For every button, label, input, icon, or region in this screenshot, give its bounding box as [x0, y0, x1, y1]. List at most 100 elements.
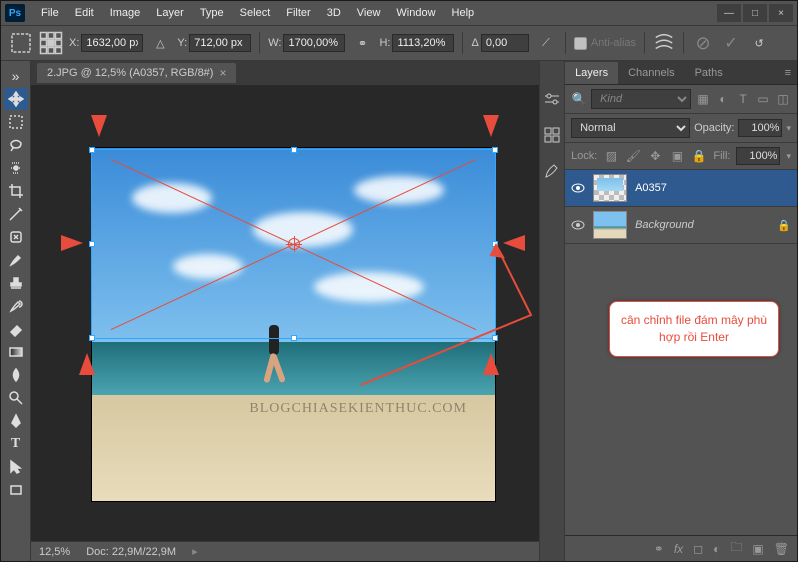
tab-paths[interactable]: Paths	[685, 62, 733, 84]
layer-style-icon[interactable]: fx	[674, 542, 683, 556]
window-maximize-button[interactable]: □	[743, 4, 767, 22]
gradient-tool[interactable]	[4, 341, 28, 363]
layer-filter-select[interactable]: Kind	[591, 89, 691, 109]
marquee-tool[interactable]	[4, 111, 28, 133]
reset-transform-button[interactable]: ↺	[748, 32, 770, 54]
rectangle-tool[interactable]	[4, 479, 28, 501]
document-area: 2.JPG @ 12,5% (A0357, RGB/8#) × BLOGCHIA…	[31, 61, 539, 561]
healing-brush-tool[interactable]	[4, 226, 28, 248]
menu-file[interactable]: File	[33, 3, 67, 23]
layer-name[interactable]: Background	[635, 219, 769, 231]
styles-panel-icon[interactable]	[542, 125, 562, 145]
new-layer-icon[interactable]: ▣	[752, 542, 763, 556]
cancel-transform-button[interactable]: ⊘	[692, 32, 714, 54]
lasso-tool[interactable]	[4, 134, 28, 156]
blend-mode-select[interactable]: Normal	[571, 118, 690, 138]
filter-smart-icon[interactable]: ◫	[775, 91, 791, 107]
menu-select[interactable]: Select	[232, 3, 279, 23]
status-bar: 12,5% Doc: 22,9M/22,9M ▸	[31, 541, 539, 561]
lock-all-icon[interactable]: 🔒	[691, 148, 707, 164]
eraser-tool[interactable]	[4, 318, 28, 340]
expand-tools-icon[interactable]: »	[4, 65, 28, 87]
link-wh-icon[interactable]: ⚭	[351, 32, 373, 54]
menu-view[interactable]: View	[349, 3, 389, 23]
commit-transform-button[interactable]: ✓	[720, 32, 742, 54]
path-select-tool[interactable]	[4, 456, 28, 478]
document-tab[interactable]: 2.JPG @ 12,5% (A0357, RGB/8#) ×	[37, 63, 236, 83]
menu-layer[interactable]: Layer	[148, 3, 192, 23]
filter-type-icon[interactable]: T	[735, 91, 751, 107]
link-layers-icon[interactable]: ⚭	[654, 542, 664, 556]
group-layers-icon[interactable]: 🗀	[730, 538, 742, 559]
lock-position-icon[interactable]: ✥	[647, 148, 663, 164]
lock-artboard-icon[interactable]: ▣	[669, 148, 685, 164]
fill-label: Fill:	[713, 150, 730, 162]
y-input[interactable]	[189, 34, 251, 52]
menu-help[interactable]: Help	[444, 3, 483, 23]
move-tool[interactable]	[4, 88, 28, 110]
type-tool[interactable]: T	[4, 433, 28, 455]
opacity-label: Opacity:	[694, 122, 734, 134]
canvas[interactable]: BLOGCHIASEKIENTHUC.COM	[31, 85, 539, 541]
history-brush-tool[interactable]	[4, 295, 28, 317]
layer-name[interactable]: A0357	[635, 182, 791, 194]
x-input[interactable]	[81, 34, 143, 52]
document-tab-close-icon[interactable]: ×	[219, 66, 226, 80]
menu-3d[interactable]: 3D	[319, 3, 349, 23]
canvas-subject	[261, 325, 289, 395]
warp-mode-icon[interactable]	[653, 32, 675, 54]
dodge-tool[interactable]	[4, 387, 28, 409]
app-logo: Ps	[5, 4, 25, 22]
panel-menu-icon[interactable]: ≡	[779, 67, 797, 79]
menu-image[interactable]: Image	[102, 3, 149, 23]
layer-row[interactable]: A0357	[565, 170, 797, 207]
angle-input[interactable]	[481, 34, 529, 52]
blur-tool[interactable]	[4, 364, 28, 386]
lock-icon: 🔒	[777, 219, 791, 232]
filter-shape-icon[interactable]: ▭	[755, 91, 771, 107]
delete-layer-icon[interactable]: 🗑	[774, 542, 789, 556]
pen-tool[interactable]	[4, 410, 28, 432]
filter-pixel-icon[interactable]: ▦	[695, 91, 711, 107]
tab-channels[interactable]: Channels	[618, 62, 684, 84]
reference-point-icon[interactable]	[39, 31, 63, 55]
swap-xy-icon[interactable]: △	[149, 32, 171, 54]
filter-adjust-icon[interactable]: ◐	[715, 91, 731, 107]
zoom-level[interactable]: 12,5%	[39, 546, 70, 558]
lock-pixels-icon[interactable]: 🖌	[625, 148, 641, 164]
h-input[interactable]	[392, 34, 454, 52]
menu-edit[interactable]: Edit	[67, 3, 102, 23]
opacity-input[interactable]	[738, 119, 782, 137]
y-label: Y:	[177, 37, 187, 49]
menu-window[interactable]: Window	[388, 3, 443, 23]
adjustment-layer-icon[interactable]: ◐	[713, 542, 720, 556]
layer-row[interactable]: Background 🔒	[565, 207, 797, 244]
adjustments-panel-icon[interactable]	[542, 89, 562, 109]
canvas-image: BLOGCHIASEKIENTHUC.COM	[91, 147, 496, 502]
crop-tool[interactable]	[4, 180, 28, 202]
menu-type[interactable]: Type	[192, 3, 232, 23]
skew-h-icon[interactable]: ⟋	[535, 32, 557, 54]
layer-thumbnail[interactable]	[593, 211, 627, 239]
stamp-tool[interactable]	[4, 272, 28, 294]
antialias-checkbox[interactable]: Anti-alias	[574, 37, 636, 50]
fill-input[interactable]	[736, 147, 780, 165]
annotation-arrow	[503, 235, 525, 251]
visibility-toggle-icon[interactable]	[571, 218, 585, 232]
tab-layers[interactable]: Layers	[565, 62, 618, 84]
w-input[interactable]	[283, 34, 345, 52]
layer-thumbnail[interactable]	[593, 174, 627, 202]
quick-select-tool[interactable]	[4, 157, 28, 179]
search-icon: 🔍	[571, 91, 587, 107]
layer-mask-icon[interactable]: ◻	[693, 542, 703, 556]
window-close-button[interactable]: ×	[769, 4, 793, 22]
lock-transparent-icon[interactable]: ▨	[603, 148, 619, 164]
window-minimize-button[interactable]: —	[717, 4, 741, 22]
h-label: H:	[379, 37, 390, 49]
eyedropper-tool[interactable]	[4, 203, 28, 225]
visibility-toggle-icon[interactable]	[571, 181, 585, 195]
menu-filter[interactable]: Filter	[278, 3, 318, 23]
brush-tool[interactable]	[4, 249, 28, 271]
transform-tool-icon[interactable]	[9, 31, 33, 55]
brush-panel-icon[interactable]	[542, 161, 562, 181]
